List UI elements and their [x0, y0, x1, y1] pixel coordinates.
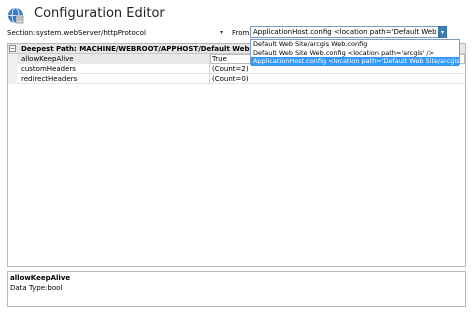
row-gutter — [8, 64, 17, 74]
configuration-editor-icon — [8, 7, 24, 24]
property-value: (Count=2) — [212, 65, 249, 73]
table-row[interactable]: customHeaders (Count=2) — [8, 64, 465, 74]
collapse-icon[interactable]: − — [9, 45, 16, 52]
property-value: (Count=0) — [212, 75, 249, 83]
column-divider — [209, 64, 210, 74]
property-value[interactable]: True — [212, 55, 227, 63]
info-title: allowKeepAlive — [10, 274, 71, 282]
table-row[interactable]: redirectHeaders (Count=0) — [8, 74, 465, 84]
info-data-type: Data Type:bool — [10, 284, 63, 292]
section-label: Section: — [7, 29, 36, 37]
property-name: customHeaders — [21, 65, 76, 73]
row-gutter — [8, 74, 17, 84]
dropdown-option[interactable]: Default Web Site Web.config <location pa… — [251, 49, 459, 58]
from-label: From: — [232, 29, 252, 37]
from-combobox[interactable]: ApplicationHost.config <location path='D… — [250, 26, 447, 38]
page-title: Configuration Editor — [34, 6, 165, 21]
chevron-down-icon[interactable]: ▾ — [220, 29, 223, 36]
chevron-down-icon[interactable]: ▾ — [438, 26, 447, 38]
dropdown-option-selected[interactable]: ApplicationHost.config <location path='D… — [251, 57, 459, 66]
dropdown-option[interactable]: Default Web Site/arcgis Web.config — [251, 40, 459, 49]
section-combobox[interactable]: system.webServer/httpProtocol — [36, 29, 146, 37]
property-info-panel: allowKeepAlive Data Type:bool — [7, 271, 466, 307]
property-name: allowKeepAlive — [21, 55, 74, 63]
configuration-grid: − Deepest Path: MACHINE/WEBROOT/APPHOST/… — [7, 43, 466, 267]
property-name: redirectHeaders — [21, 75, 78, 83]
row-gutter — [8, 54, 17, 64]
from-dropdown-list: Default Web Site/arcgis Web.config Defau… — [250, 39, 460, 66]
column-divider — [209, 74, 210, 84]
